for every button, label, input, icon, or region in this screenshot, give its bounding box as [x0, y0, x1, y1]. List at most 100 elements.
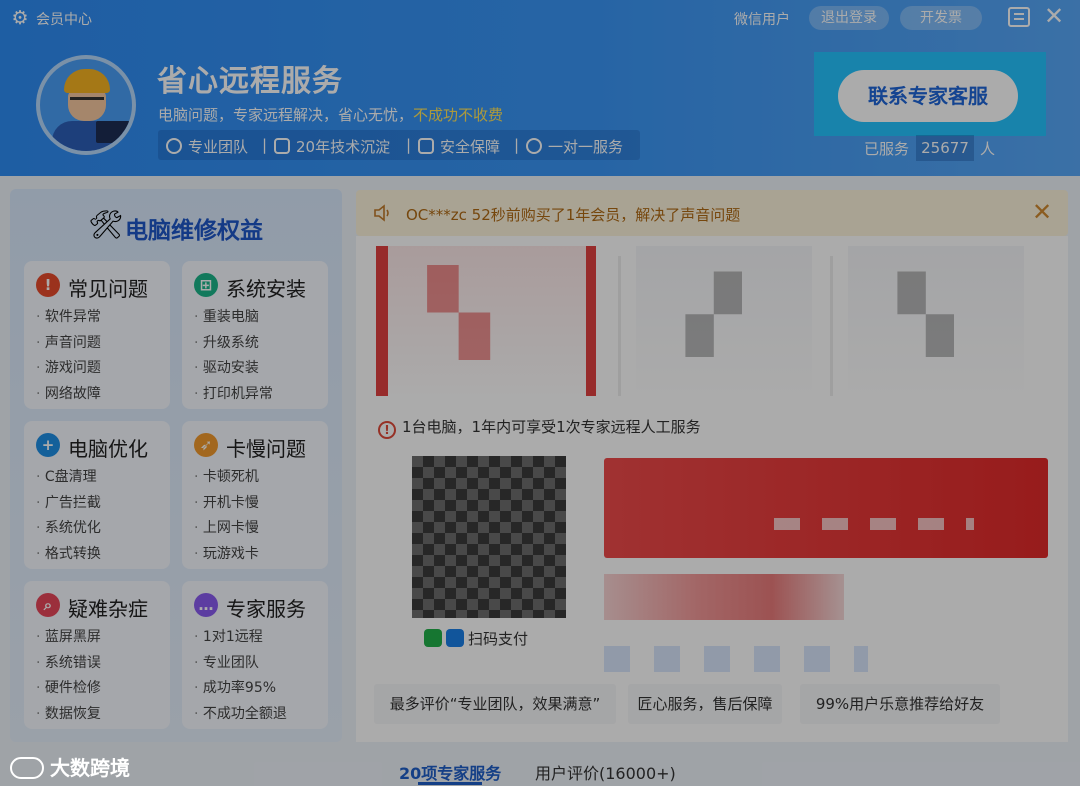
rocket-icon: ➶	[194, 433, 218, 457]
membership-plans-panel: ▚ ▞ ▚ ! 1台电脑，1年内可享受1次专家远程人工服务 扫码支付 最多评价“专…	[356, 236, 1068, 742]
price-detail-blur	[604, 646, 868, 672]
card-pc-optimize[interactable]: + 电脑优化 C盘清理 广告拦截 系统优化 格式转换	[24, 421, 170, 569]
list-item: 数据恢复	[36, 702, 101, 728]
list-item: 系统错误	[36, 651, 101, 677]
review-chip: 最多评价“专业团队，效果满意”	[374, 684, 616, 724]
watermark-logo-icon	[10, 757, 44, 779]
gear-icon[interactable]: ⚙	[10, 8, 30, 28]
list-item: 不成功全额退	[194, 702, 287, 728]
card-list: 软件异常 声音问题 游戏问题 网络故障	[36, 305, 101, 407]
purchase-notice: OC***zc 52秒前购买了1年会员，解决了声音问题 ✕	[356, 190, 1068, 236]
list-item: 广告拦截	[36, 491, 101, 517]
list-item: 上网卡慢	[194, 516, 259, 542]
header: ⚙ 会员中心 微信用户 退出登录 开发票 ✕ 省心远程服务 电脑问题，专家远程解…	[0, 0, 1080, 176]
avatar-hat	[64, 69, 110, 93]
message-icon[interactable]	[1008, 7, 1030, 27]
list-item: 声音问题	[36, 331, 101, 357]
avatar	[36, 55, 136, 155]
served-count: 25677	[916, 135, 974, 161]
card-title: 疑难杂症	[68, 597, 148, 621]
tag-team: 专业团队	[166, 136, 248, 157]
list-item: C盘清理	[36, 465, 101, 491]
divider	[830, 256, 833, 396]
pay-text: 扫码支付	[468, 630, 529, 648]
card-title: 系统安装	[226, 277, 306, 301]
plan-option[interactable]: ▞	[636, 246, 812, 396]
list-item: 游戏问题	[36, 356, 101, 382]
card-title: 电脑优化	[68, 437, 148, 461]
tab-user-reviews[interactable]: 用户评价(16000+)	[535, 760, 676, 784]
card-expert-service[interactable]: … 专家服务 1对1远程 专业团队 成功率95% 不成功全额退	[182, 581, 328, 729]
card-title: 卡慢问题	[226, 437, 306, 461]
list-item: 打印机异常	[194, 382, 273, 408]
list-item: 成功率95%	[194, 676, 287, 702]
card-slow-issues[interactable]: ➶ 卡慢问题 卡顿死机 开机卡慢 上网卡慢 玩游戏卡	[182, 421, 328, 569]
close-icon[interactable]: ✕	[1032, 198, 1052, 226]
list-item: 软件异常	[36, 305, 101, 331]
card-title: 专家服务	[226, 597, 306, 621]
plan-option-selected[interactable]: ▚	[376, 246, 596, 396]
promo-banner	[604, 458, 1048, 558]
list-item: 1对1远程	[194, 625, 287, 651]
tab-expert-services[interactable]: 20项专家服务	[399, 760, 501, 784]
contact-expert-button[interactable]: 联系专家客服	[838, 70, 1018, 122]
review-chip: 99%用户乐意推荐给好友	[800, 684, 1000, 724]
tools-icon: 🛠	[88, 208, 124, 241]
list-item: 硬件检修	[36, 676, 101, 702]
service-icon	[526, 138, 542, 154]
avatar-glasses	[70, 97, 104, 107]
slogan-text: 电脑问题，专家远程解决，省心无忧，	[158, 106, 414, 124]
divider: |	[262, 136, 268, 154]
grid-icon: ⊞	[194, 273, 218, 297]
invoice-button[interactable]: 开发票	[900, 6, 982, 30]
divider: |	[406, 136, 412, 154]
shield-icon	[418, 138, 434, 154]
card-list: 1对1远程 专业团队 成功率95% 不成功全额退	[194, 625, 287, 727]
card-common-issues[interactable]: ! 常见问题 软件异常 声音问题 游戏问题 网络故障	[24, 261, 170, 409]
served-label: 已服务	[864, 140, 910, 158]
repair-benefits-panel: 🛠 电脑维修权益 ! 常见问题 软件异常 声音问题 游戏问题 网络故障 ⊞ 系统…	[10, 189, 342, 742]
card-title: 常见问题	[68, 277, 148, 301]
card-list: 卡顿死机 开机卡慢 上网卡慢 玩游戏卡	[194, 465, 259, 567]
panel-title: 电脑维修权益	[125, 218, 263, 244]
plan-info: ! 1台电脑，1年内可享受1次专家远程人工服务	[378, 416, 701, 439]
tag-label: 专业团队	[188, 138, 249, 156]
list-item: 驱动安装	[194, 356, 273, 382]
card-system-install[interactable]: ⊞ 系统安装 重装电脑 升级系统 驱动安装 打印机异常	[182, 261, 328, 409]
card-list: 蓝屏黑屏 系统错误 硬件检修 数据恢复	[36, 625, 101, 727]
medal-icon	[166, 138, 182, 154]
plan-option[interactable]: ▚	[848, 246, 1024, 396]
list-item: 玩游戏卡	[194, 542, 259, 568]
price-blur	[604, 574, 844, 620]
alert-icon: !	[36, 273, 60, 297]
tag-experience: 20年技术沉淀	[274, 136, 390, 157]
payment-qr-code	[412, 456, 566, 618]
watermark-text: 大数跨境	[50, 756, 130, 780]
watermark: 大数跨境	[10, 752, 130, 781]
plan-blur: ▚	[898, 272, 954, 356]
promo-blur	[774, 518, 974, 530]
scan-pay-label: 扫码支付	[424, 628, 528, 649]
speaker-icon	[374, 204, 389, 222]
list-item: 卡顿死机	[194, 465, 259, 491]
tag-one-on-one: 一对一服务	[526, 136, 623, 157]
list-item: 格式转换	[36, 542, 101, 568]
chat-icon: …	[194, 593, 218, 617]
close-icon[interactable]: ✕	[1044, 3, 1064, 29]
list-item: 专业团队	[194, 651, 287, 677]
list-item: 开机卡慢	[194, 491, 259, 517]
user-name: 微信用户	[734, 12, 790, 28]
info-icon: !	[378, 421, 396, 439]
tag-label: 20年技术沉淀	[296, 138, 391, 156]
wechat-pay-icon	[424, 629, 442, 647]
list-item: 升级系统	[194, 331, 273, 357]
card-list: 重装电脑 升级系统 驱动安装 打印机异常	[194, 305, 273, 407]
slogan: 电脑问题，专家远程解决，省心无忧，不成功不收费	[158, 104, 503, 125]
logout-button[interactable]: 退出登录	[809, 6, 889, 30]
tag-label: 安全保障	[440, 138, 501, 156]
card-tricky-issues[interactable]: ⌕ 疑难杂症 蓝屏黑屏 系统错误 硬件检修 数据恢复	[24, 581, 170, 729]
tag-security: 安全保障	[418, 136, 500, 157]
slogan-highlight: 不成功不收费	[413, 106, 504, 124]
bottom-tabs: 20项专家服务 用户评价(16000+)	[0, 742, 1080, 786]
brand-title: 省心远程服务	[157, 64, 343, 99]
